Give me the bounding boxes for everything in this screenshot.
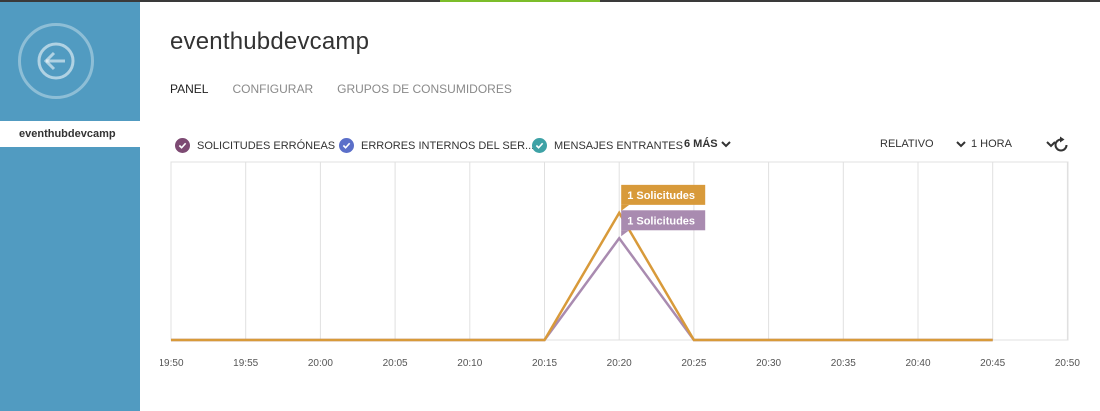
x-tick-label: 20:00 <box>308 358 333 369</box>
top-bar-progress-accent <box>440 0 600 2</box>
x-tick-label: 19:50 <box>160 358 184 369</box>
sidebar: eventhubdevcamp <box>0 2 140 411</box>
back-button[interactable] <box>18 23 94 99</box>
chart: 19:50 19:55 20:00 20:05 20:10 20:15 20:20 20:25… <box>158 150 1100 380</box>
tab-bar: PANEL CONFIGURAR GRUPOS DE CONSUMIDORES <box>170 82 512 96</box>
sidebar-item-eventhubdevcamp[interactable]: eventhubdevcamp <box>0 121 140 147</box>
tooltip-label: 1 Solicitudes <box>627 190 695 202</box>
x-tick-label: 20:10 <box>457 358 482 369</box>
x-tick-label: 20:20 <box>607 358 632 369</box>
range-value-select[interactable]: 1 HORA <box>971 138 1056 150</box>
series-line <box>171 210 993 342</box>
tab-configurar[interactable]: CONFIGURAR <box>232 82 313 96</box>
page-title: eventhubdevcamp <box>170 28 370 55</box>
more-metrics-button[interactable]: 6 MÁS <box>684 138 731 150</box>
series-line <box>171 236 993 342</box>
chevron-down-icon <box>955 141 966 148</box>
line-chart: 19:50 19:55 20:00 20:05 20:10 20:15 20:20 20:25… <box>158 161 1080 369</box>
x-tick-label: 20:05 <box>383 358 408 369</box>
tooltip-pointer <box>621 204 630 211</box>
tab-panel[interactable]: PANEL <box>170 82 208 96</box>
x-tick-label: 20:25 <box>681 358 706 369</box>
tooltip-pointer <box>621 230 630 237</box>
x-tick-label: 20:15 <box>532 358 557 369</box>
x-tick-label: 19:55 <box>233 358 258 369</box>
chevron-down-icon <box>720 141 731 148</box>
x-tick-label: 20:35 <box>831 358 856 369</box>
arrow-left-icon <box>37 42 75 80</box>
tooltip-label: 1 Solicitudes <box>627 215 695 227</box>
range-mode-value: RELATIVO <box>880 138 934 150</box>
more-metrics-label: 6 MÁS <box>684 138 718 150</box>
x-tick-label: 20:50 <box>1055 358 1080 369</box>
tab-grupos-de-consumidores[interactable]: GRUPOS DE CONSUMIDORES <box>337 82 512 96</box>
x-tick-label: 20:40 <box>905 358 930 369</box>
x-tick-label: 20:30 <box>756 358 781 369</box>
range-mode-select[interactable]: RELATIVO <box>880 138 966 150</box>
range-value: 1 HORA <box>971 138 1012 150</box>
x-tick-label: 20:45 <box>980 358 1005 369</box>
